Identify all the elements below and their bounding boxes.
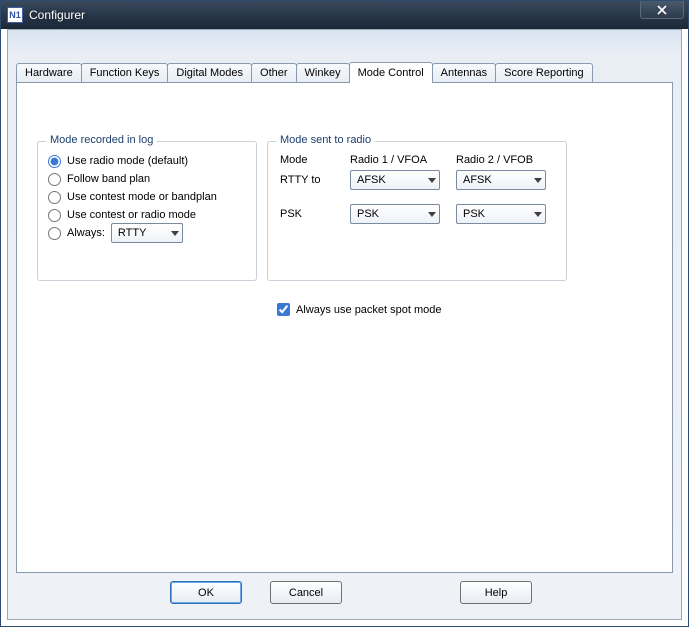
help-button[interactable]: Help	[460, 581, 532, 604]
radio-input[interactable]	[48, 173, 61, 186]
radio-always-row: Always: RTTY	[48, 224, 248, 242]
client-area: Hardware Function Keys Digital Modes Oth…	[7, 29, 682, 620]
radio-list: Use radio mode (default) Follow band pla…	[48, 152, 248, 242]
label-rtty-to: RTTY to	[280, 174, 321, 186]
chevron-down-icon	[534, 212, 542, 217]
radio-always[interactable]	[48, 227, 61, 240]
group-mode-recorded-in-log: Mode recorded in log Use radio mode (def…	[37, 141, 257, 281]
tab-label: Score Reporting	[504, 67, 584, 79]
tab-page-mode-control: Mode recorded in log Use radio mode (def…	[16, 82, 673, 573]
button-label: Help	[485, 587, 508, 599]
button-label: Cancel	[289, 587, 323, 599]
radio-input[interactable]	[48, 209, 61, 222]
radio-use-contest-mode-or-bandplan[interactable]: Use contest mode or bandplan	[48, 188, 248, 206]
tab-function-keys[interactable]: Function Keys	[81, 63, 169, 82]
combo-value: AFSK	[463, 174, 492, 186]
combo-psk-radio2[interactable]: PSK	[456, 204, 546, 224]
tab-label: Other	[260, 67, 288, 79]
radio-input[interactable]	[48, 155, 61, 168]
radio-input[interactable]	[48, 191, 61, 204]
tab-label: Winkey	[305, 67, 341, 79]
ok-button[interactable]: OK	[170, 581, 242, 604]
chevron-down-icon	[428, 178, 436, 183]
button-bar: OK Cancel Help	[8, 581, 681, 609]
app-icon: N1	[7, 7, 23, 23]
label-radio2: Radio 2 / VFOB	[456, 154, 533, 166]
tab-label: Digital Modes	[176, 67, 243, 79]
titlebar: N1 Configurer	[1, 1, 688, 29]
combo-psk-radio1[interactable]: PSK	[350, 204, 440, 224]
group-legend: Mode sent to radio	[276, 134, 375, 146]
tab-hardware[interactable]: Hardware	[16, 63, 82, 82]
chevron-down-icon	[534, 178, 542, 183]
radio-use-contest-or-radio-mode[interactable]: Use contest or radio mode	[48, 206, 248, 224]
combo-value: PSK	[357, 208, 379, 220]
combo-value: PSK	[463, 208, 485, 220]
radio-label: Always:	[67, 227, 105, 239]
tab-label: Antennas	[441, 67, 487, 79]
radio-label: Use radio mode (default)	[67, 155, 188, 167]
tab-digital-modes[interactable]: Digital Modes	[167, 63, 252, 82]
radio-follow-band-plan[interactable]: Follow band plan	[48, 170, 248, 188]
close-button[interactable]	[640, 1, 684, 19]
label-psk: PSK	[280, 208, 302, 220]
group-mode-sent-to-radio: Mode sent to radio Mode Radio 1 / VFOA R…	[267, 141, 567, 281]
tab-mode-control[interactable]: Mode Control	[349, 62, 433, 83]
chevron-down-icon	[171, 231, 179, 236]
radio-label: Use contest or radio mode	[67, 209, 196, 221]
close-icon	[656, 5, 668, 15]
tab-score-reporting[interactable]: Score Reporting	[495, 63, 593, 82]
radio-use-radio-mode[interactable]: Use radio mode (default)	[48, 152, 248, 170]
tab-other[interactable]: Other	[251, 63, 297, 82]
label-mode: Mode	[280, 154, 308, 166]
tab-antennas[interactable]: Antennas	[432, 63, 496, 82]
button-label: OK	[198, 587, 214, 599]
checkbox-input[interactable]	[277, 303, 290, 316]
window-title: Configurer	[29, 8, 85, 22]
always-mode-combo[interactable]: RTTY	[111, 223, 183, 243]
tab-label: Mode Control	[358, 67, 424, 79]
chevron-down-icon	[428, 212, 436, 217]
combo-rtty-radio2[interactable]: AFSK	[456, 170, 546, 190]
configurer-window: N1 Configurer Hardware Function Keys Dig…	[0, 0, 689, 627]
combo-value: RTTY	[118, 227, 147, 239]
cancel-button[interactable]: Cancel	[270, 581, 342, 604]
label-radio1: Radio 1 / VFOA	[350, 154, 427, 166]
radio-label: Follow band plan	[67, 173, 150, 185]
combo-value: AFSK	[357, 174, 386, 186]
checkbox-label: Always use packet spot mode	[296, 304, 442, 316]
tab-label: Hardware	[25, 67, 73, 79]
tab-label: Function Keys	[90, 67, 160, 79]
group-legend: Mode recorded in log	[46, 134, 157, 146]
tab-winkey[interactable]: Winkey	[296, 63, 350, 82]
radio-label: Use contest mode or bandplan	[67, 191, 217, 203]
tab-strip: Hardware Function Keys Digital Modes Oth…	[16, 60, 673, 82]
checkbox-always-use-packet-spot-mode[interactable]: Always use packet spot mode	[277, 303, 442, 316]
combo-rtty-radio1[interactable]: AFSK	[350, 170, 440, 190]
